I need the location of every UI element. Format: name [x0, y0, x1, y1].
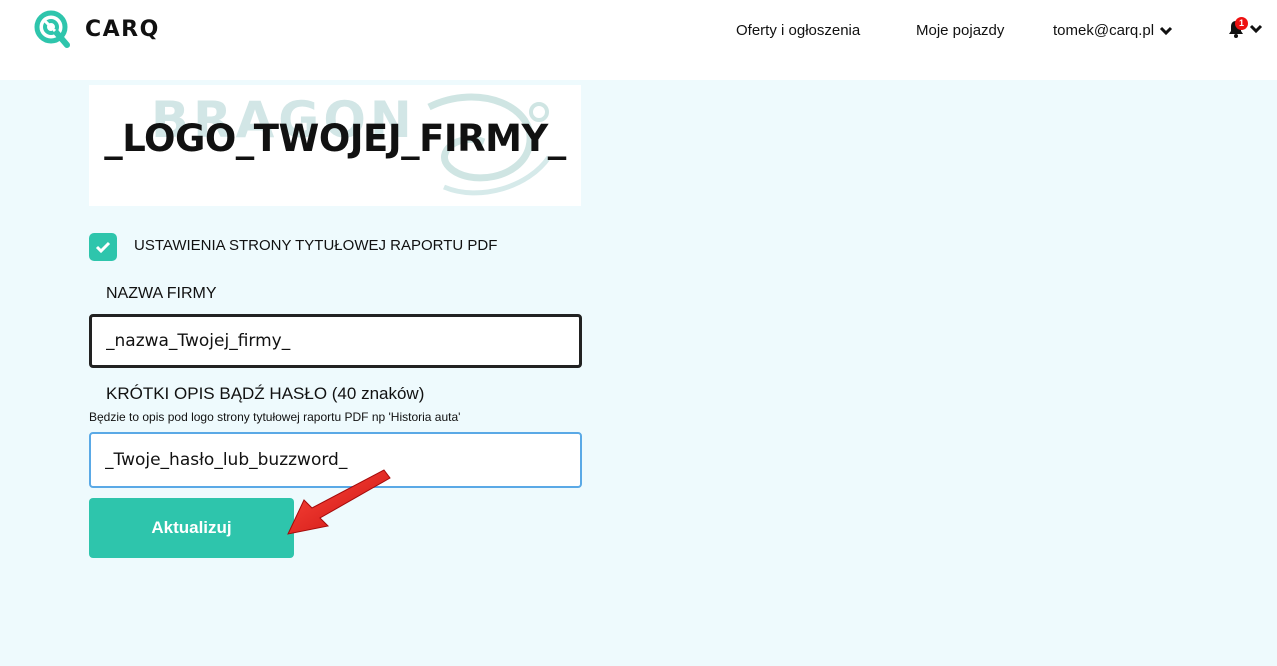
brand-name: CARQ	[85, 16, 160, 42]
check-icon	[95, 241, 111, 254]
top-header: CARQ Oferty i ogłoszenia Moje pojazdy to…	[0, 0, 1277, 80]
red-arrow-icon	[287, 469, 391, 535]
company-name-input[interactable]	[89, 314, 582, 368]
title-page-settings-checkbox[interactable]	[89, 233, 117, 261]
chevron-down-icon	[1249, 24, 1263, 34]
nav-offers-link[interactable]: Oferty i ogłoszenia	[736, 22, 860, 39]
company-logo-preview[interactable]: BRAGON _LOGO_TWOJEJ_FIRMY_	[89, 85, 581, 206]
description-hint: Będzie to opis pod logo strony tytułowej…	[89, 410, 461, 424]
nav-my-vehicles-link[interactable]: Moje pojazdy	[916, 22, 1004, 39]
user-email: tomek@carq.pl	[1053, 22, 1155, 39]
carq-logo[interactable]: CARQ	[33, 9, 160, 49]
description-label: KRÓTKI OPIS BĄDŹ HASŁO (40 znaków)	[106, 384, 425, 403]
chevron-down-icon	[1160, 26, 1173, 35]
logo-placeholder-text: _LOGO_TWOJEJ_FIRMY_	[104, 117, 566, 160]
notification-badge: 1	[1235, 17, 1248, 30]
update-button[interactable]: Aktualizuj	[89, 498, 294, 558]
company-name-label: NAZWA FIRMY	[106, 285, 217, 302]
checkbox-label: USTAWIENIA STRONY TYTUŁOWEJ RAPORTU PDF	[134, 237, 498, 254]
carq-logo-icon	[34, 10, 70, 48]
user-menu[interactable]: tomek@carq.pl	[1053, 22, 1173, 39]
